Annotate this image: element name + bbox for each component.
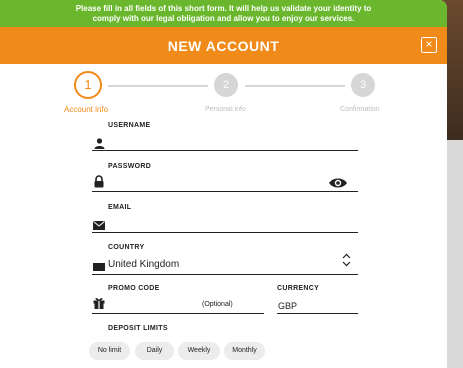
person-icon bbox=[94, 136, 105, 154]
deposit-limit-weekly[interactable]: Weekly bbox=[178, 342, 220, 360]
currency-field[interactable]: CURRENCY GBP bbox=[277, 285, 358, 315]
username-underline bbox=[92, 150, 358, 151]
step-3-label: Confirmation bbox=[340, 106, 380, 113]
step-2-label: Personal info bbox=[205, 106, 246, 113]
gift-icon bbox=[93, 296, 105, 314]
country-value: United Kingdom bbox=[108, 259, 180, 270]
email-label: EMAIL bbox=[108, 204, 132, 211]
notice-banner: Please fill in all fields of this short … bbox=[0, 0, 447, 27]
email-underline bbox=[92, 232, 358, 233]
deposit-limit-daily[interactable]: Daily bbox=[135, 342, 174, 360]
deposit-limit-no-limit[interactable]: No limit bbox=[89, 342, 130, 360]
chevron-updown-icon bbox=[342, 253, 351, 272]
deposit-limit-monthly[interactable]: Monthly bbox=[224, 342, 265, 360]
promo-code-field[interactable]: PROMO CODE (Optional) bbox=[92, 285, 264, 315]
registration-stepper: 1 2 3 Account info Personal info Confirm… bbox=[0, 64, 447, 124]
email-field[interactable]: EMAIL bbox=[92, 204, 358, 234]
promo-optional-hint: (Optional) bbox=[202, 301, 233, 308]
step-1-label: Account info bbox=[64, 105, 109, 114]
username-field[interactable]: USERNAME bbox=[92, 122, 358, 152]
notice-line-1: Please fill in all fields of this short … bbox=[75, 4, 372, 13]
promo-code-label: PROMO CODE bbox=[108, 285, 160, 292]
promo-code-underline bbox=[92, 313, 264, 314]
modal-header: NEW ACCOUNT × bbox=[0, 27, 447, 64]
currency-label: CURRENCY bbox=[277, 285, 320, 292]
step-3-circle: 3 bbox=[351, 73, 375, 97]
country-select[interactable]: COUNTRY United Kingdom bbox=[92, 244, 358, 276]
close-button[interactable]: × bbox=[421, 37, 437, 53]
modal-title: NEW ACCOUNT bbox=[167, 37, 280, 54]
password-field[interactable]: PASSWORD bbox=[92, 163, 358, 193]
notice-line-2: comply with our legal obligation and all… bbox=[92, 14, 355, 23]
step-2-circle: 2 bbox=[214, 73, 238, 97]
new-account-modal: Please fill in all fields of this short … bbox=[0, 0, 447, 368]
username-label: USERNAME bbox=[108, 122, 151, 129]
currency-value: GBP bbox=[278, 301, 298, 311]
close-icon: × bbox=[425, 37, 433, 51]
currency-underline bbox=[277, 313, 358, 314]
deposit-limits-label: DEPOSIT LIMITS bbox=[108, 325, 168, 332]
step-1-circle: 1 bbox=[74, 71, 102, 99]
country-underline bbox=[92, 274, 358, 275]
country-label: COUNTRY bbox=[108, 244, 145, 251]
password-label: PASSWORD bbox=[108, 163, 152, 170]
password-underline bbox=[92, 191, 358, 192]
step-connector-1 bbox=[108, 85, 208, 87]
step-connector-2 bbox=[245, 85, 345, 87]
